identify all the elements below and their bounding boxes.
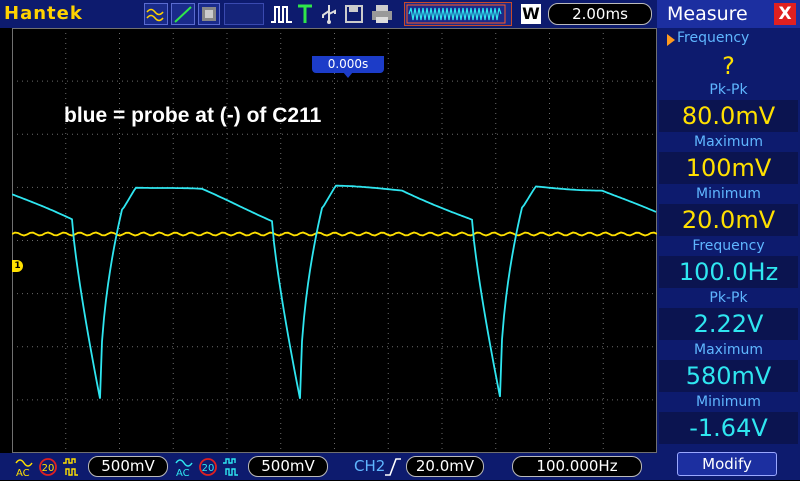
selection-arrow-icon <box>667 34 675 46</box>
measure-label: Maximum <box>694 342 763 358</box>
ch1-coupling-text: AC <box>16 468 30 477</box>
measure-label: Pk-Pk <box>709 82 748 98</box>
print-icon[interactable] <box>370 3 394 25</box>
measure-selected-value: ? <box>722 52 735 80</box>
measure-label: Maximum <box>694 134 763 150</box>
measure-label: Frequency <box>692 238 765 254</box>
measure-label: Pk-Pk <box>709 290 748 306</box>
acquire-mode-badge[interactable]: W <box>521 4 541 24</box>
memory-position-bar[interactable] <box>404 2 512 26</box>
measure-panel: Measure X Frequency ? Pk-Pk 80.0mV Maxim… <box>657 0 800 480</box>
reference-slot[interactable] <box>224 3 264 25</box>
ch1-scale[interactable]: 500mV <box>88 456 168 477</box>
measure-value: 80.0mV <box>659 100 798 132</box>
trigger-source[interactable]: CH2 <box>354 457 385 475</box>
image-icon[interactable] <box>198 3 220 25</box>
waveform-traces <box>12 184 657 399</box>
bandwidth-limit-icon[interactable]: 20 <box>38 457 58 477</box>
ramp-icon[interactable] <box>171 3 195 25</box>
ch2-ac-coupling-icon[interactable]: AC <box>174 457 194 479</box>
frequency-counter: 100.000Hz <box>512 456 642 477</box>
measure-value: 100.0Hz <box>659 256 798 288</box>
screen-annotation: blue = probe at (-) of C211 <box>64 104 322 127</box>
waveform-display[interactable]: 0.000s blue = probe at (-) of C211 1 <box>12 28 669 453</box>
measure-label: Minimum <box>696 394 761 410</box>
ch1-invert-icon[interactable] <box>62 457 82 477</box>
trigger-position-marker <box>343 72 353 78</box>
timebase-display[interactable]: 2.00ms <box>548 3 652 25</box>
ac-coupling-icon[interactable]: AC <box>14 457 34 479</box>
measure-label: Minimum <box>696 186 761 202</box>
ch2-invert-icon[interactable] <box>222 457 242 477</box>
modify-button[interactable]: Modify <box>677 452 777 476</box>
brand-logo: Hantek <box>4 3 83 24</box>
save-icon[interactable] <box>344 3 364 25</box>
trigger-position-label[interactable]: 0.000s <box>312 56 384 73</box>
measure-value: 2.22V <box>659 308 798 340</box>
measure-value: 580mV <box>659 360 798 392</box>
status-bar: AC 20 500mV AC 20 500mV CH2 20.0mV 100.0… <box>0 453 657 480</box>
measure-title: Measure <box>667 3 748 25</box>
ch2-trace <box>12 184 657 399</box>
ch2-bw-text: 20 <box>202 463 215 474</box>
trigger-level[interactable]: 20.0mV <box>406 456 484 477</box>
measure-selected-label[interactable]: Frequency <box>677 30 800 46</box>
measure-value: 20.0mV <box>659 204 798 236</box>
ch2-scale[interactable]: 500mV <box>248 456 328 477</box>
trigger-t-icon[interactable] <box>296 3 314 25</box>
measure-header: Measure X <box>657 0 800 28</box>
close-button[interactable]: X <box>774 3 796 25</box>
ch1-trace <box>12 231 657 237</box>
ch2-bandwidth-limit-icon[interactable]: 20 <box>198 457 218 477</box>
measure-value: -1.64V <box>659 412 798 444</box>
usb-icon[interactable] <box>318 3 340 25</box>
ch2-coupling-text: AC <box>176 468 190 477</box>
trigger-edge-icon[interactable] <box>384 457 402 477</box>
top-toolbar: Hantek W 2.00ms <box>0 0 657 28</box>
measure-value: 100mV <box>659 152 798 184</box>
pulse-icon[interactable] <box>270 3 294 25</box>
ch1-bw-text: 20 <box>42 463 55 474</box>
waveform-icon[interactable] <box>144 3 168 25</box>
